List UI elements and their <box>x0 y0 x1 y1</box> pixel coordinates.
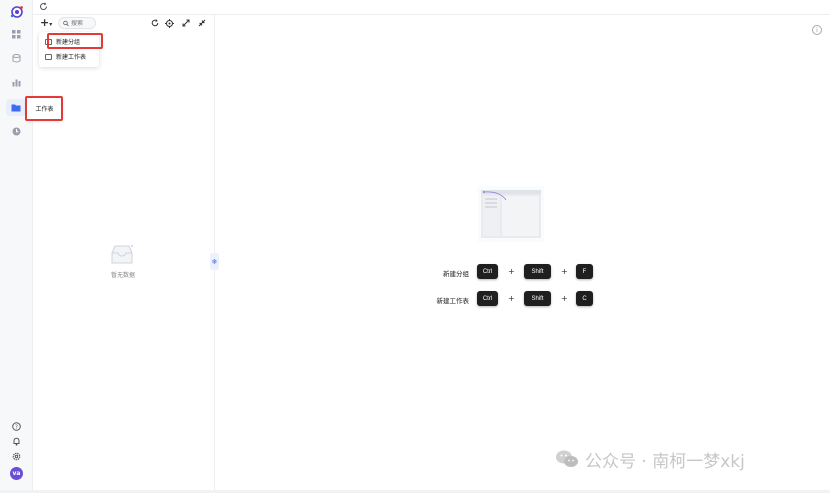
collapse-icon[interactable] <box>197 18 207 28</box>
gear-icon[interactable] <box>10 450 23 463</box>
plus-sign: + <box>508 294 515 303</box>
watermark-text: 公众号 · 南柯一梦xkj <box>585 451 745 472</box>
info-icon[interactable]: i <box>812 25 822 35</box>
highlight-box <box>25 96 63 121</box>
expand-icon[interactable] <box>181 18 191 28</box>
highlight-box <box>47 33 103 49</box>
add-button[interactable]: +▾ <box>40 17 54 29</box>
search-box[interactable] <box>58 17 96 29</box>
app-logo[interactable] <box>9 4 25 20</box>
key-c: C <box>576 291 593 306</box>
sheet-add-icon <box>45 53 52 60</box>
search-input[interactable] <box>71 19 95 27</box>
main-content <box>215 15 808 491</box>
chevron-down-icon: ▾ <box>49 21 53 28</box>
avatar[interactable]: va <box>10 467 23 480</box>
top-bar <box>33 0 830 15</box>
empty-text: 暂无数据 <box>110 272 135 279</box>
folder-icon[interactable] <box>6 99 26 116</box>
menu-item-new-sheet[interactable]: 新建工作表 <box>39 50 99 63</box>
shortcut-label: 新建工作表 <box>436 297 470 305</box>
key-f: F <box>576 264 593 279</box>
database-icon[interactable] <box>10 52 23 65</box>
key-shift: Shift <box>524 264 551 279</box>
search-icon <box>63 20 69 26</box>
svg-text:?: ? <box>15 425 18 431</box>
empty-sheet-illustration <box>478 186 544 242</box>
plus-sign: + <box>561 267 568 276</box>
wechat-icon <box>556 450 578 467</box>
add-label: + <box>40 16 50 29</box>
bell-icon[interactable] <box>10 435 23 448</box>
refresh-icon[interactable] <box>39 2 49 12</box>
key-ctrl: Ctrl <box>477 264 498 279</box>
plus-sign: + <box>561 294 568 303</box>
shortcut-label: 新建分组 <box>443 270 469 278</box>
key-ctrl: Ctrl <box>477 291 498 306</box>
help-icon[interactable]: ? <box>10 420 23 433</box>
plus-sign: + <box>508 267 515 276</box>
watermark: 公众号 · 南柯一梦xkj <box>555 448 745 472</box>
locate-icon[interactable] <box>164 18 174 28</box>
menu-item-label: 新建工作表 <box>56 54 87 61</box>
chart-icon[interactable] <box>10 76 23 89</box>
refresh-icon[interactable] <box>150 18 160 28</box>
empty-inbox-icon <box>111 245 133 264</box>
grid-icon[interactable] <box>10 28 23 41</box>
left-rail: ? va <box>0 0 33 493</box>
key-shift: Shift <box>524 291 551 306</box>
clock-icon[interactable] <box>10 125 23 138</box>
